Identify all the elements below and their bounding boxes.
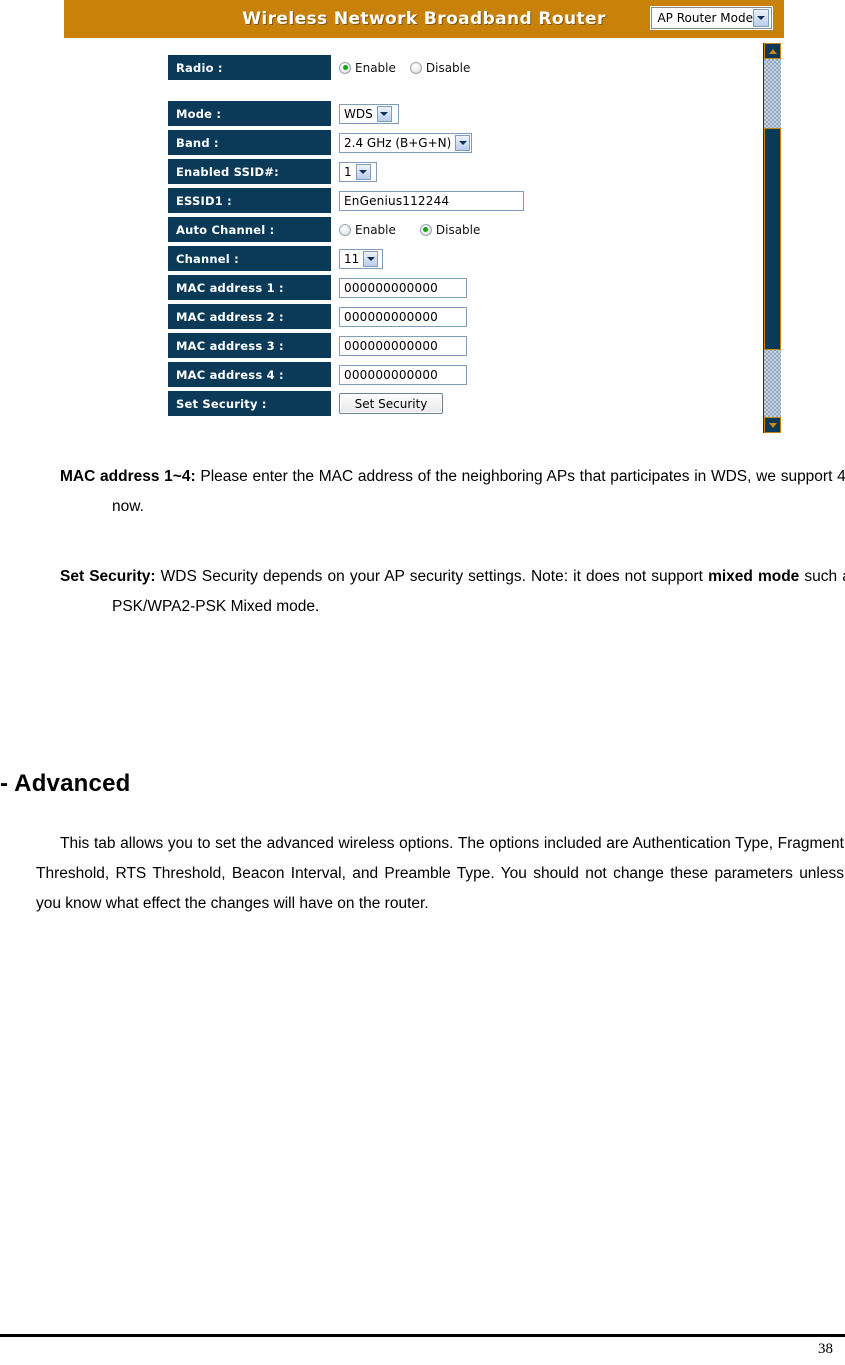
page-number: 38 [818, 1341, 833, 1357]
form-row-mac3: MAC address 3 : 000000000000 [168, 333, 728, 358]
label-essid1: ESSID1 : [168, 188, 331, 213]
form-row-set-security: Set Security : Set Security [168, 391, 728, 416]
radio-option-radio-enable[interactable]: Enable [339, 61, 396, 75]
form-row-channel: Channel : 11 [168, 246, 728, 271]
label-set-security: Set Security : [168, 391, 331, 416]
panel-scrollbar[interactable] [763, 43, 781, 433]
form-row-mode: Mode : WDS [168, 101, 728, 126]
essid1-input[interactable]: EnGenius112244 [339, 190, 524, 211]
mode-dropdown[interactable]: WDS [339, 103, 399, 124]
scroll-up-button[interactable] [764, 43, 781, 59]
band-value: 2.4 GHz (B+G+N) [344, 135, 452, 150]
radio-option-label: Disable [425, 60, 471, 75]
definition-set-security: Set Security: WDS Security depends on yo… [0, 562, 845, 622]
mac4-input[interactable]: 000000000000 [339, 364, 467, 385]
scroll-up-arrow-icon [768, 48, 777, 54]
radio-option-autochannel-enable[interactable]: Enable [339, 223, 396, 237]
form-row-radio: Radio : Enable Disable [168, 55, 728, 80]
operation-mode-dropdown[interactable]: AP Router Mode [651, 7, 772, 29]
label-mac2: MAC address 2 : [168, 304, 331, 329]
label-radio: Radio : [168, 55, 331, 80]
definition-term-security: Set Security: [60, 568, 156, 585]
scroll-down-arrow-icon [768, 422, 777, 428]
channel-dropdown[interactable]: 11 [339, 248, 383, 269]
section-heading-advanced: - Advanced [0, 770, 131, 797]
label-mac3: MAC address 3 : [168, 333, 331, 358]
label-auto-channel: Auto Channel : [168, 217, 331, 242]
label-mode: Mode : [168, 101, 331, 126]
form-row-mac2: MAC address 2 : 000000000000 [168, 304, 728, 329]
mac2-input[interactable]: 000000000000 [339, 306, 467, 327]
footer-divider [0, 1334, 845, 1337]
radio-option-label: Enable [355, 60, 396, 75]
label-mac4: MAC address 4 : [168, 362, 331, 387]
definition-mac-address: MAC address 1~4: Please enter the MAC ad… [0, 462, 845, 522]
form-row-band: Band : 2.4 GHz (B+G+N) [168, 130, 728, 155]
chevron-down-icon [753, 9, 769, 27]
router-settings-panel: Radio : Enable Disable Mode: WDS Band:… [64, 38, 784, 436]
enabled-ssid-dropdown[interactable]: 1 [339, 161, 377, 182]
mac3-input[interactable]: 000000000000 [339, 335, 467, 356]
definition-body-security-1: WDS Security depends on your AP security… [155, 568, 709, 585]
chevron-down-icon [455, 134, 471, 151]
form-row-essid1: ESSID1 : EnGenius112244 [168, 188, 728, 213]
form-row-enabled-ssid: Enabled SSID#: 1 [168, 159, 728, 184]
chevron-down-icon [376, 105, 392, 122]
radio-option-radio-disable[interactable]: Disable [409, 60, 471, 75]
router-admin-screenshot: Wireless Network Broadband Router AP Rou… [64, 0, 784, 436]
router-header-bar: Wireless Network Broadband Router AP Rou… [64, 0, 784, 38]
definition-term-mac: MAC address 1~4: [60, 468, 196, 485]
scrollbar-thumb[interactable] [764, 128, 781, 350]
scroll-down-button[interactable] [764, 417, 781, 433]
label-channel: Channel : [168, 246, 331, 271]
set-security-button[interactable]: Set Security [339, 393, 443, 414]
form-row-mac1: MAC address 1 : 000000000000 [168, 275, 728, 300]
enabled-ssid-value: 1 [344, 164, 352, 179]
form-row-mac4: MAC address 4 : 000000000000 [168, 362, 728, 387]
mode-value: WDS [344, 106, 373, 121]
auto-channel-control-group: Enable Disable [339, 217, 494, 242]
wireless-settings-form: Radio : Enable Disable Mode: WDS Band:… [168, 55, 728, 420]
label-mac1: MAC address 1 : [168, 275, 331, 300]
chevron-down-icon [363, 250, 379, 267]
radio-unselected-icon [409, 61, 422, 74]
radio-option-label: Enable [355, 222, 396, 237]
radio-control-group: Enable Disable [339, 55, 484, 80]
channel-value: 11 [344, 251, 360, 266]
label-band: Band : [168, 130, 331, 155]
router-title: Wireless Network Broadband Router [242, 9, 606, 29]
radio-unselected-icon [339, 223, 351, 236]
radio-selected-icon [339, 61, 351, 74]
chevron-down-icon [355, 163, 371, 180]
mac1-input[interactable]: 000000000000 [339, 277, 467, 298]
definition-body-mac: Please enter the MAC address of the neig… [112, 468, 845, 515]
radio-option-label: Disable [435, 222, 481, 237]
definition-emphasis-mixed-mode: mixed mode [708, 568, 800, 585]
form-row-auto-channel: Auto Channel : Enable Disable [168, 217, 728, 242]
advanced-paragraph: This tab allows you to set the advanced … [36, 835, 844, 912]
band-dropdown[interactable]: 2.4 GHz (B+G+N) [339, 132, 472, 153]
label-enabled-ssid: Enabled SSID#: [168, 159, 331, 184]
radio-option-autochannel-disable[interactable]: Disable [419, 222, 481, 237]
radio-selected-icon [419, 223, 432, 236]
operation-mode-value: AP Router Mode [657, 11, 753, 25]
